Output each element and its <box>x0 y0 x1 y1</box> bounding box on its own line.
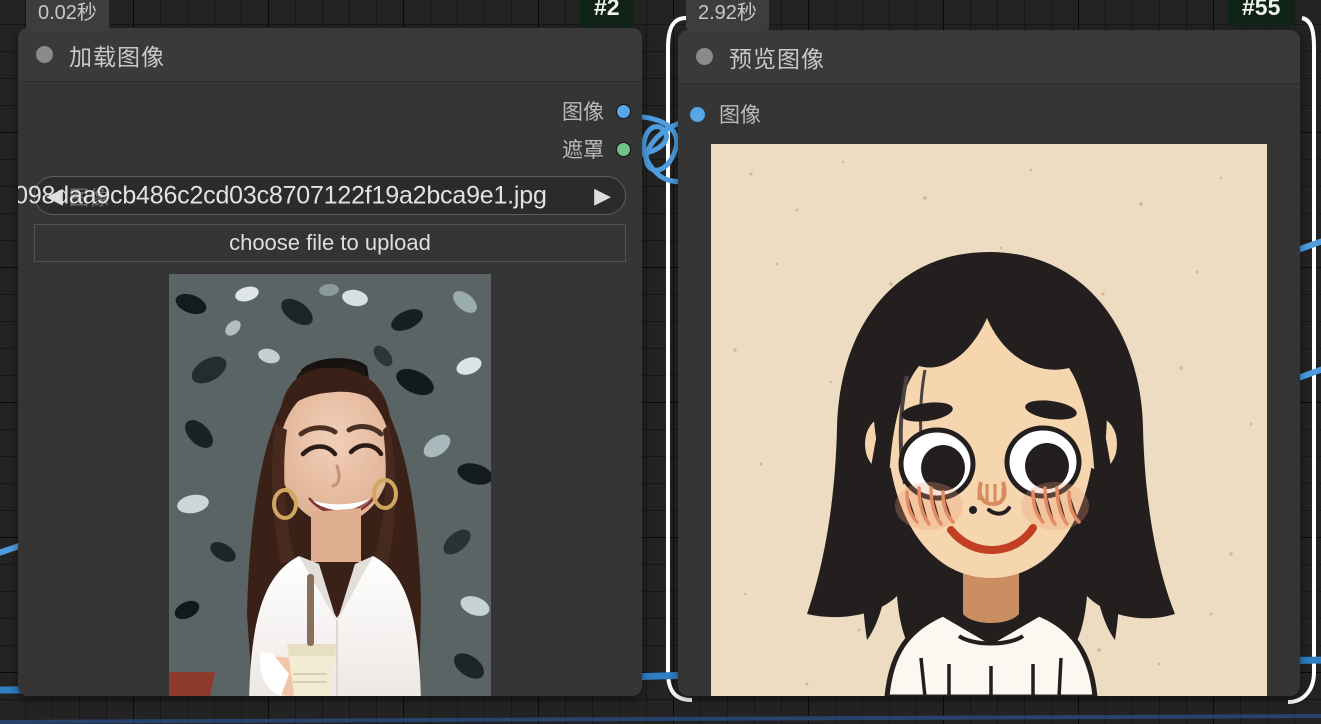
image-file-combo-value: 68d098daa9cb486c2cd03c8707122f19a2bca9e1… <box>18 181 547 209</box>
input-port-image[interactable]: 图像 <box>678 94 1300 134</box>
node-header-load-image[interactable]: 加载图像 <box>18 28 642 82</box>
node-load-image[interactable]: 加载图像 图像 遮罩 ◀ 图像 68d098daa9cb486c2cd03c87… <box>18 28 642 696</box>
node-exec-time-load-image: 0.02秒 <box>26 0 109 31</box>
node-id-badge-preview-image: #55 <box>1228 0 1295 27</box>
choose-file-to-upload-button[interactable]: choose file to upload <box>34 224 626 262</box>
circle-dot-icon[interactable] <box>696 48 713 65</box>
output-port-image-label: 图像 <box>562 101 604 124</box>
image-file-combo[interactable]: ◀ 图像 68d098daa9cb486c2cd03c8707122f19a2b… <box>18 176 626 215</box>
node-title-preview-image: 预览图像 <box>729 45 825 72</box>
circle-dot-icon[interactable] <box>36 46 53 63</box>
chevron-right-icon[interactable]: ▶ <box>594 184 611 207</box>
wire-bottom-edge <box>0 714 1321 724</box>
load-image-preview <box>169 274 491 696</box>
port-dot-image[interactable] <box>616 103 631 119</box>
port-dot-mask[interactable] <box>616 141 631 157</box>
output-port-mask-label: 遮罩 <box>562 139 604 162</box>
image-file-widget-wrap: ◀ 图像 68d098daa9cb486c2cd03c8707122f19a2b… <box>18 168 642 215</box>
node-graph-canvas[interactable]: 加载图像 图像 遮罩 ◀ 图像 68d098daa9cb486c2cd03c87… <box>0 0 1321 724</box>
node-preview-image[interactable]: 预览图像 图像 <box>678 30 1300 696</box>
node-exec-time-preview-image: 2.92秒 <box>686 0 769 31</box>
port-dot-image[interactable] <box>690 106 705 122</box>
node-id-badge-load-image: #2 <box>580 0 634 27</box>
output-port-image[interactable]: 图像 <box>18 92 642 130</box>
input-port-image-label: 图像 <box>719 104 761 127</box>
output-port-mask[interactable]: 遮罩 <box>18 130 642 168</box>
node-title-load-image: 加载图像 <box>69 43 165 70</box>
node-header-preview-image[interactable]: 预览图像 <box>678 30 1300 84</box>
preview-image-output <box>711 144 1267 696</box>
